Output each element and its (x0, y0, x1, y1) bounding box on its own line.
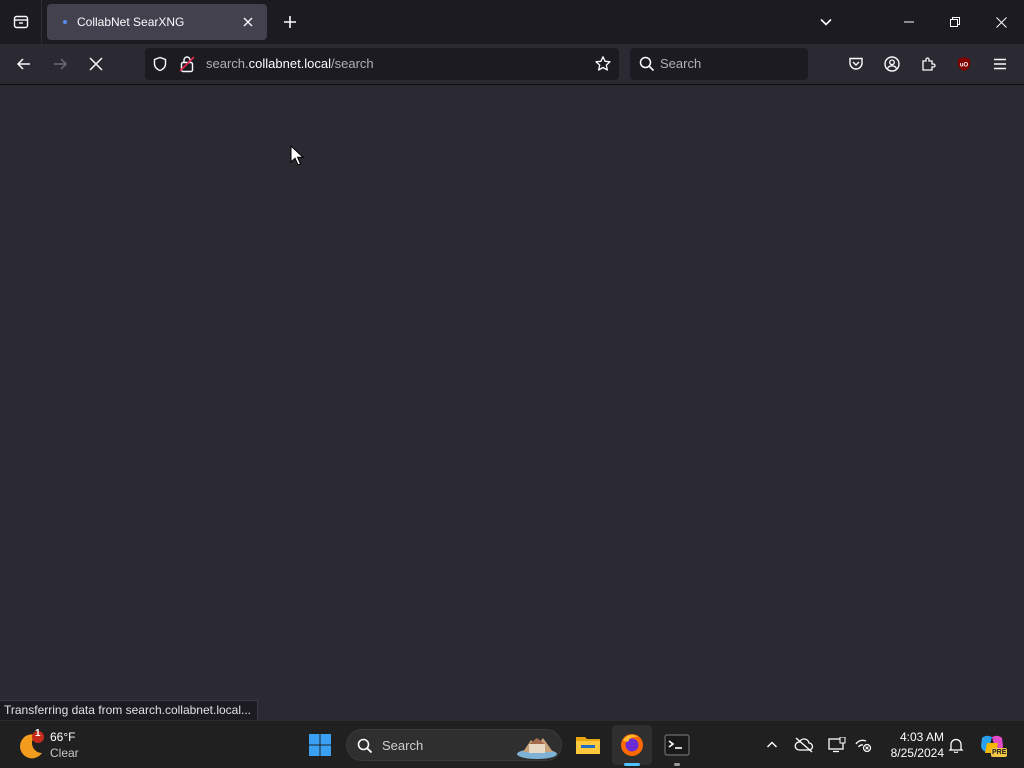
new-tab-button[interactable] (276, 8, 304, 36)
search-icon (357, 738, 373, 754)
stop-icon (89, 57, 103, 71)
url-bar[interactable]: search.collabnet.local/search (145, 48, 619, 80)
stop-button[interactable] (80, 48, 112, 80)
monitor-icon (828, 737, 846, 753)
firefox-taskbar-button[interactable] (612, 725, 652, 765)
terminal-icon (664, 734, 690, 756)
insecure-lock-icon (179, 56, 195, 73)
pre-badge: PRE (991, 748, 1008, 757)
clock-date: 8/25/2024 (890, 746, 944, 760)
arrow-left-icon (16, 58, 30, 70)
tab-strip: CollabNet SearXNG (0, 0, 1024, 44)
search-bar[interactable]: Search (630, 48, 808, 80)
weather-condition: Clear (50, 746, 79, 760)
taskbar-search-placeholder: Search (382, 738, 424, 753)
pocket-icon (849, 57, 863, 70)
url-subdomain: search. (206, 56, 249, 71)
clock-time: 4:03 AM (899, 730, 944, 744)
restore-button[interactable] (932, 0, 978, 44)
firefox-view-button[interactable] (0, 0, 42, 44)
url-host: collabnet.local (248, 56, 332, 71)
svg-text:uO: uO (960, 63, 969, 69)
tab-close-button[interactable] (239, 13, 257, 31)
url-path: /search (331, 56, 374, 71)
windows-taskbar: 1 66°F Clear Search 4:03 AM 8/25/2024 PR… (0, 720, 1024, 768)
account-button[interactable] (876, 48, 908, 80)
onedrive-tray-icon[interactable] (792, 733, 816, 757)
app-menu-button[interactable] (984, 48, 1016, 80)
ublock-origin-button[interactable]: uO (948, 48, 980, 80)
notifications-button[interactable] (944, 733, 968, 757)
search-highlight-icon (517, 738, 557, 759)
network-disconnected-icon (855, 739, 872, 753)
bell-icon (948, 738, 964, 753)
terminal-button[interactable] (657, 725, 697, 765)
close-icon (995, 16, 1007, 28)
shield-icon (153, 56, 167, 72)
taskbar-search[interactable]: Search (346, 729, 562, 761)
cloud-offline-icon (794, 737, 814, 753)
plus-icon (284, 16, 296, 28)
restore-icon (950, 17, 960, 27)
weather-widget[interactable]: 1 66°F Clear (16, 727, 106, 763)
weather-temp: 66°F (50, 730, 76, 744)
file-explorer-button[interactable] (568, 725, 608, 765)
terminal-running-indicator (674, 763, 680, 766)
chevron-down-icon (820, 18, 832, 26)
ublock-origin-icon: uO (958, 57, 970, 71)
search-bar-placeholder: Search (660, 56, 702, 71)
url-text[interactable]: search.collabnet.local/search (206, 56, 374, 71)
firefox-icon (621, 734, 643, 756)
minimize-button[interactable] (886, 0, 932, 44)
status-panel: Transferring data from search.collabnet.… (0, 700, 259, 720)
forward-button[interactable] (44, 48, 76, 80)
navigation-toolbar: search.collabnet.local/search Search uO (0, 44, 1024, 85)
weather-badge: 1 (35, 728, 41, 739)
back-button[interactable] (8, 48, 40, 80)
page-content (0, 85, 1024, 720)
bookmark-star-icon[interactable] (594, 55, 612, 73)
moon-weather-icon (20, 731, 44, 759)
tab-collabnet-searxng[interactable]: CollabNet SearXNG (47, 4, 267, 40)
account-icon (884, 56, 900, 72)
minimize-icon (904, 21, 914, 23)
puzzle-icon (922, 57, 936, 71)
firefox-active-indicator (624, 763, 640, 766)
start-button[interactable] (300, 725, 340, 765)
windows-logo-icon (309, 734, 331, 756)
show-hidden-icons-button[interactable] (760, 733, 784, 757)
hamburger-menu-icon (994, 58, 1006, 70)
chevron-up-icon (767, 741, 777, 748)
mouse-cursor-icon (290, 145, 304, 166)
pocket-button[interactable] (840, 48, 872, 80)
close-icon (243, 17, 253, 27)
arrow-right-icon (54, 58, 68, 70)
window-close-button[interactable] (978, 0, 1024, 44)
list-all-tabs-button[interactable] (812, 8, 840, 36)
folder-icon (576, 737, 600, 754)
search-icon (639, 56, 655, 72)
copilot-button[interactable]: PRE (972, 725, 1012, 765)
display-tray-icon[interactable] (825, 733, 849, 757)
network-tray-icon[interactable] (851, 733, 875, 757)
tab-title: CollabNet SearXNG (77, 15, 185, 29)
system-clock[interactable]: 4:03 AM 8/25/2024 (880, 729, 944, 761)
loading-indicator-icon (63, 20, 67, 24)
firefox-view-icon (13, 15, 28, 29)
extensions-button[interactable] (912, 48, 944, 80)
